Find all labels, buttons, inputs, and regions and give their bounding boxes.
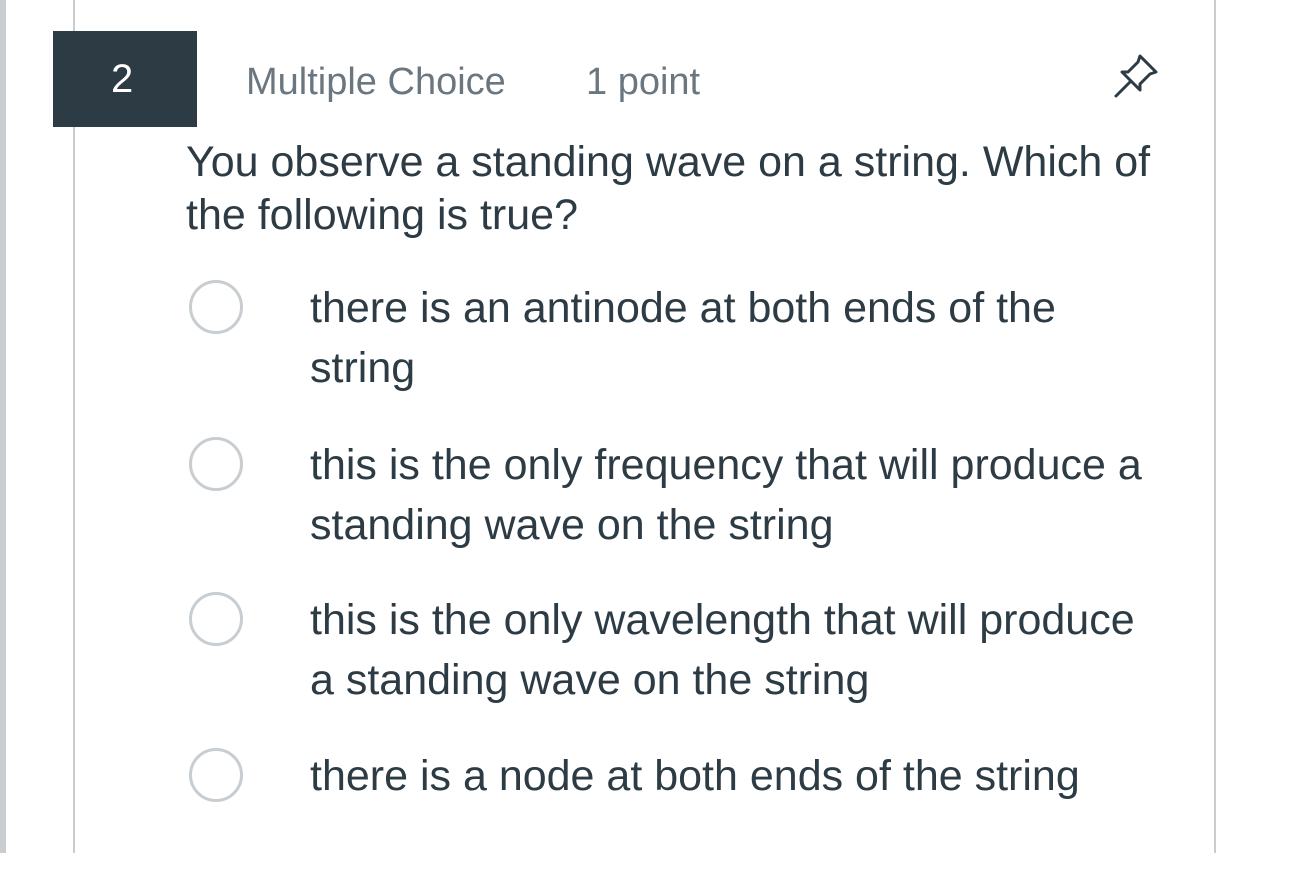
answer-option-4[interactable]: there is a node at both ends of the stri…	[186, 746, 1176, 876]
radio-button[interactable]	[189, 592, 243, 646]
radio-button[interactable]	[189, 748, 243, 802]
answer-option-label: there is a node at both ends of the stri…	[310, 752, 1080, 800]
question-number-badge: 2	[53, 31, 197, 127]
answer-option-label: this is the only wavelength that will pr…	[310, 596, 1135, 704]
answer-option-label: there is an antinode at both ends of the…	[310, 284, 1056, 392]
radio-button[interactable]	[189, 437, 243, 491]
question-text: You observe a standing wave on a string.…	[186, 138, 1151, 239]
answer-option-label: this is the only frequency that will pro…	[310, 441, 1142, 549]
answer-option-1[interactable]: there is an antinode at both ends of the…	[186, 278, 1176, 408]
page-edge	[0, 0, 6, 853]
question-type-label: Multiple Choice	[246, 61, 506, 103]
question-card	[73, 0, 1216, 853]
radio-button[interactable]	[189, 280, 243, 334]
pin-icon[interactable]	[1110, 50, 1162, 102]
question-points-label: 1 point	[586, 61, 701, 103]
answer-option-2[interactable]: this is the only frequency that will pro…	[186, 435, 1176, 565]
answer-option-3[interactable]: this is the only wavelength that will pr…	[186, 590, 1176, 720]
